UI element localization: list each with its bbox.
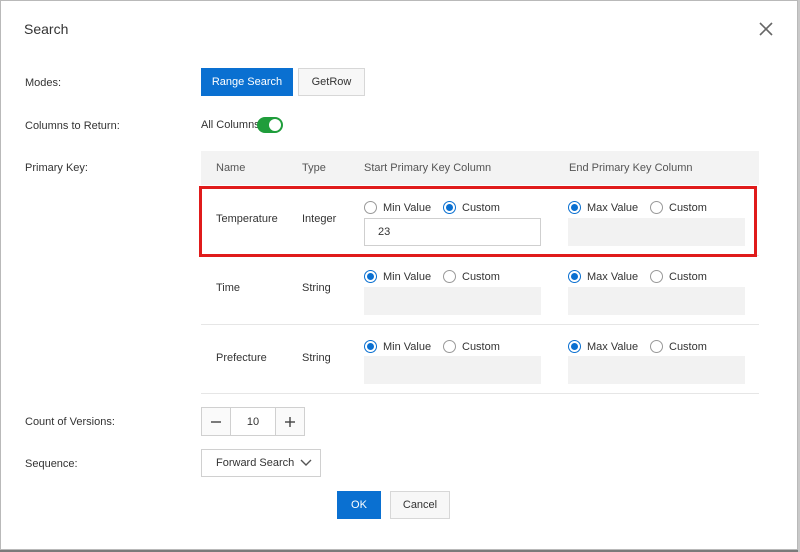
close-button[interactable] xyxy=(756,19,776,39)
versions-value[interactable]: 10 xyxy=(231,408,275,435)
search-dialog: Search Modes: Range Search GetRow Column… xyxy=(0,0,798,550)
sequence-select[interactable]: Forward Search xyxy=(201,449,321,477)
row-divider xyxy=(201,255,759,256)
row-2-type: String xyxy=(302,282,331,294)
getrow-button[interactable]: GetRow xyxy=(298,68,365,96)
decrement-button[interactable] xyxy=(202,408,231,435)
primary-key-table: Name Type Start Primary Key Column End P… xyxy=(201,151,759,394)
row-2-end-value-input[interactable] xyxy=(568,287,745,315)
row-2-end-custom-radio[interactable]: Custom xyxy=(650,270,707,283)
row-1-end-value-input[interactable] xyxy=(568,218,745,246)
minus-icon xyxy=(211,420,221,423)
row-divider xyxy=(201,393,759,394)
range-search-button[interactable]: Range Search xyxy=(201,68,293,96)
row-1-start-custom-radio[interactable]: Custom xyxy=(443,201,500,214)
dialog-title: Search xyxy=(24,21,69,37)
row-2-start-min-radio[interactable]: Min Value xyxy=(364,270,431,283)
modes-label: Modes: xyxy=(25,77,62,89)
cancel-button[interactable]: Cancel xyxy=(390,491,450,519)
ok-button[interactable]: OK xyxy=(337,491,381,519)
toggle-knob xyxy=(269,119,281,131)
chevron-down-icon xyxy=(300,459,312,466)
row-1-type: Integer xyxy=(302,213,337,225)
plus-icon xyxy=(285,416,295,427)
row-3-start-min-radio[interactable]: Min Value xyxy=(364,340,431,353)
row-1-end-max-radio[interactable]: Max Value xyxy=(568,201,638,214)
row-3-start-custom-radio[interactable]: Custom xyxy=(443,340,500,353)
header-name: Name xyxy=(216,162,246,174)
row-3-end-value-input[interactable] xyxy=(568,356,745,384)
versions-label: Count of Versions: xyxy=(25,416,115,428)
all-columns-label: All Columns xyxy=(201,119,260,131)
sequence-label: Sequence: xyxy=(25,458,78,470)
row-2-start-value-input[interactable] xyxy=(364,287,541,315)
row-3-name: Prefecture xyxy=(216,352,267,364)
increment-button[interactable] xyxy=(275,408,304,435)
row-3-end-custom-radio[interactable]: Custom xyxy=(650,340,707,353)
row-3-end-max-radio[interactable]: Max Value xyxy=(568,340,638,353)
header-end: End Primary Key Column xyxy=(569,162,693,174)
primary-key-label: Primary Key: xyxy=(25,162,88,174)
row-1-end-custom-radio[interactable]: Custom xyxy=(650,201,707,214)
row-1-start-min-radio[interactable]: Min Value xyxy=(364,201,431,214)
columns-to-return-label: Columns to Return: xyxy=(25,120,120,132)
header-start: Start Primary Key Column xyxy=(364,162,492,174)
row-3-start-value-input[interactable] xyxy=(364,356,541,384)
all-columns-toggle[interactable] xyxy=(257,117,283,133)
row-3-type: String xyxy=(302,352,331,364)
sequence-selected-value: Forward Search xyxy=(216,457,295,469)
close-icon xyxy=(759,22,773,36)
versions-stepper: 10 xyxy=(201,407,305,436)
row-1-name: Temperature xyxy=(216,213,278,225)
row-2-name: Time xyxy=(216,282,241,294)
row-2-end-max-radio[interactable]: Max Value xyxy=(568,270,638,283)
header-type: Type xyxy=(302,162,326,174)
table-header: Name Type Start Primary Key Column End P… xyxy=(201,151,759,185)
row-divider xyxy=(201,324,759,325)
row-2-start-custom-radio[interactable]: Custom xyxy=(443,270,500,283)
row-1-start-value-input[interactable]: 23 xyxy=(364,218,541,246)
